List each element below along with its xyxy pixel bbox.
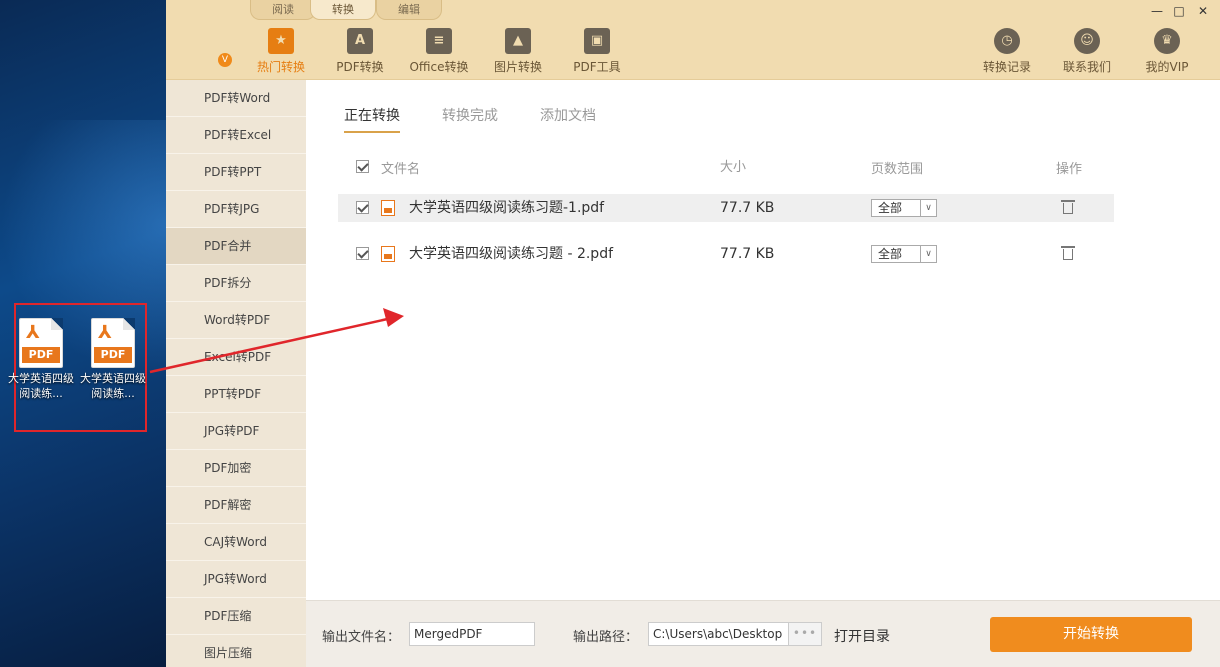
sidebar-item-pdf-to-jpg[interactable]: PDF转JPG [166,191,306,228]
sidebar-item-pdf-encrypt[interactable]: PDF加密 [166,450,306,487]
output-settings-bar: 输出文件名： MergedPDF 输出路径： C:\Users\abc\Desk… [306,600,1220,667]
sidebar-item-pdf-to-excel[interactable]: PDF转Excel [166,117,306,154]
file-list-panel: 正在转换 转换完成 添加文档 文件名 大小 页数范围 操作 大学英语四级阅读练习… [306,80,1220,600]
tool-label: PDF转换 [336,60,384,74]
column-header-name: 文件名 [381,162,421,177]
sidebar-item-jpg-to-pdf[interactable]: JPG转PDF [166,413,306,450]
toolbox-icon: ▣ [584,28,610,54]
sidebar-item-pdf-to-word[interactable]: PDF转Word [166,80,306,117]
delete-icon[interactable] [1061,246,1075,260]
column-header-action: 操作 [1056,162,1083,177]
page-range-select[interactable]: 全部 ∨ [871,199,937,217]
table-row[interactable]: 大学英语四级阅读练习题 - 2.pdf 77.7 KB 全部 ∨ [338,240,1114,268]
tab-edit[interactable]: 编辑 [376,0,442,20]
sidebar-item-jpg-to-word[interactable]: JPG转Word [166,561,306,598]
tool-pdf-convert[interactable]: A PDF转换 [320,28,400,75]
sidebar-item-caj-to-word[interactable]: CAJ转Word [166,524,306,561]
sidebar-item-pdf-merge[interactable]: PDF合并 [166,228,306,265]
sidebar-item-excel-to-pdf[interactable]: Excel转PDF [166,339,306,376]
tool-label: 转换记录 [982,60,1031,74]
page-range-select[interactable]: 全部 ∨ [871,245,937,263]
maximize-button[interactable]: □ [1172,4,1186,18]
output-name-input[interactable]: MergedPDF [409,622,535,646]
tool-office-convert[interactable]: ≡ Office转换 [399,28,479,75]
file-name: 大学英语四级阅读练习题 - 2.pdf [409,246,614,262]
acrobat-icon: ⅄ [26,322,40,343]
acrobat-icon: ⅄ [98,322,112,343]
tool-label: 图片转换 [493,60,542,74]
star-icon: ★ [268,28,294,54]
tab-converting[interactable]: 正在转换 [344,105,400,133]
tool-vip[interactable]: ♛ 我的VIP [1127,28,1207,75]
row-checkbox[interactable] [356,247,369,260]
desktop-file-icon-2[interactable]: ⅄ PDF 大学英语四级阅读练... [80,318,146,401]
pdf-badge: PDF [22,347,60,363]
desktop-file-label: 大学英语四级阅读练... [80,372,146,400]
column-header-range: 页数范围 [871,162,924,177]
close-button[interactable]: ✕ [1196,4,1210,18]
delete-icon[interactable] [1061,200,1075,214]
tool-history[interactable]: ◷ 转换记录 [967,28,1047,75]
start-convert-button[interactable]: 开始转换 [990,617,1192,652]
tool-label: 我的VIP [1145,60,1189,74]
converter-window: 阅读 转换 编辑 — □ ✕ V ★ 热门转换 A PDF转换 ≡ Office… [166,0,1220,667]
table-row[interactable]: 大学英语四级阅读练习题-1.pdf 77.7 KB 全部 ∨ [338,194,1114,222]
sidebar-item-pdf-decrypt[interactable]: PDF解密 [166,487,306,524]
pdf-file-icon [381,246,395,262]
image-icon: ▲ [505,28,531,54]
document-icon: ≡ [426,28,452,54]
pdf-badge: PDF [94,347,132,363]
tool-label: 联系我们 [1062,60,1111,74]
chevron-down-icon: ∨ [920,246,936,262]
file-size: 77.7 KB [720,200,775,216]
desktop-background: ⅄ PDF 大学英语四级阅读练... ⅄ PDF 大学英语四级阅读练... [0,0,166,667]
sidebar: PDF转Word PDF转Excel PDF转PPT PDF转JPG PDF合并… [166,80,306,667]
column-header-size: 大小 [720,160,747,175]
page-range-value: 全部 [878,247,903,261]
page-range-value: 全部 [878,201,903,215]
tool-label: Office转换 [409,60,469,74]
minimize-button[interactable]: — [1150,4,1164,18]
sidebar-item-pdf-compress[interactable]: PDF压缩 [166,598,306,635]
output-path-label: 输出路径： [573,630,639,645]
tool-label: PDF工具 [573,60,621,74]
open-folder-link[interactable]: 打开目录 [834,626,890,646]
sidebar-item-pdf-to-ppt[interactable]: PDF转PPT [166,154,306,191]
select-all-checkbox[interactable] [356,160,369,173]
desktop-file-label: 大学英语四级阅读练... [8,372,74,400]
sidebar-item-image-compress[interactable]: 图片压缩 [166,635,306,667]
clock-icon: ◷ [994,28,1020,54]
crown-icon: ♛ [1154,28,1180,54]
tool-hot-convert[interactable]: ★ 热门转换 [241,28,321,75]
file-size: 77.7 KB [720,246,775,262]
vip-badge-icon: V [218,53,232,67]
headset-icon: ☺ [1074,28,1100,54]
sidebar-item-word-to-pdf[interactable]: Word转PDF [166,302,306,339]
sidebar-item-ppt-to-pdf[interactable]: PPT转PDF [166,376,306,413]
output-path-input[interactable]: C:\Users\abc\Desktop [648,622,790,646]
output-name-label: 输出文件名： [322,630,401,645]
tab-read[interactable]: 阅读 [250,0,316,20]
browse-button[interactable]: ••• [788,622,822,646]
desktop-file-icon-1[interactable]: ⅄ PDF 大学英语四级阅读练... [8,318,74,401]
tool-label: 热门转换 [256,60,305,74]
tool-contact[interactable]: ☺ 联系我们 [1047,28,1127,75]
main-toolbar: 阅读 转换 编辑 — □ ✕ V ★ 热门转换 A PDF转换 ≡ Office… [166,0,1220,80]
tool-image-convert[interactable]: ▲ 图片转换 [478,28,558,75]
file-name: 大学英语四级阅读练习题-1.pdf [409,200,605,216]
pdf-file-icon: ⅄ PDF [19,318,63,368]
tab-add-document[interactable]: 添加文档 [540,105,596,131]
chevron-down-icon: ∨ [920,200,936,216]
pdf-file-icon [381,200,395,216]
tool-pdf-tools[interactable]: ▣ PDF工具 [557,28,637,75]
pdf-file-icon: ⅄ PDF [91,318,135,368]
row-checkbox[interactable] [356,201,369,214]
sidebar-item-pdf-split[interactable]: PDF拆分 [166,265,306,302]
tab-completed[interactable]: 转换完成 [442,105,498,131]
tab-convert[interactable]: 转换 [310,0,376,20]
pdf-icon: A [347,28,373,54]
